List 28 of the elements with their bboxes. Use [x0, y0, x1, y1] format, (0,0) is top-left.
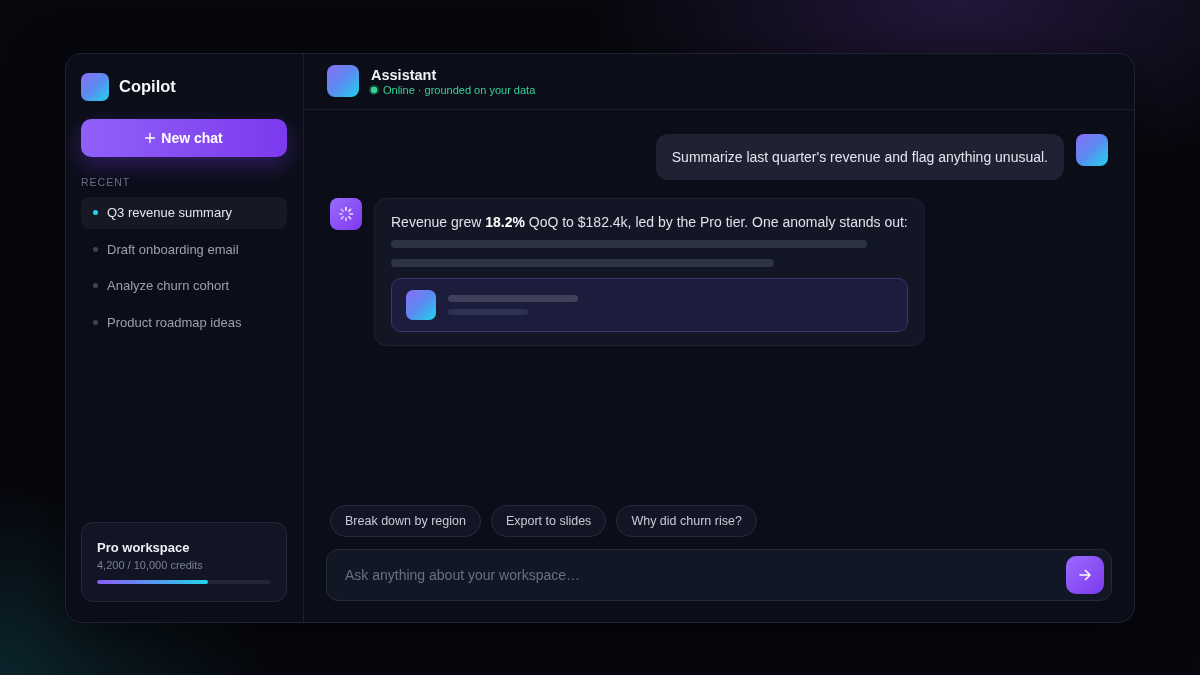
arrow-icon	[1079, 568, 1091, 581]
avatar-icon	[1076, 133, 1108, 166]
chat-history-item[interactable]: Analyze churn cohort	[81, 269, 287, 302]
message-input[interactable]: Ask anything about your workspace…	[326, 548, 1112, 601]
thumbnail-icon	[406, 289, 436, 320]
logo-icon	[81, 72, 109, 101]
send-button[interactable]	[1066, 555, 1104, 594]
suggestion-chip[interactable]: Why did churn rise?	[616, 504, 757, 537]
dot-icon	[93, 319, 98, 325]
plus-icon	[145, 132, 156, 143]
credits-text: 4,200 / 10,000 credits	[97, 558, 204, 571]
dot-icon	[93, 210, 98, 215]
suggestion-chip[interactable]: Break down by region	[330, 504, 481, 537]
chat-history-item[interactable]: Draft onboarding email	[81, 233, 287, 266]
status-text: Online · grounded on your data	[383, 83, 536, 96]
section-label: RECENT	[81, 175, 132, 188]
user-message: Summarize last quarter's revenue and flag anything unusual.	[655, 133, 1064, 180]
suggestion-chip[interactable]: Export to slides	[490, 504, 607, 537]
dot-icon	[93, 283, 98, 289]
header-title: Assistant	[371, 66, 438, 83]
dot-icon	[93, 246, 98, 252]
chat-history-item[interactable]: Q3 revenue summary	[81, 196, 287, 229]
plan-title: Pro workspace	[97, 539, 191, 555]
brand-name: Copilot	[119, 77, 176, 96]
new-chat-button[interactable]: New chat	[81, 118, 287, 157]
message-text: Revenue grew 18.2% QoQ to $182.4k, led by the Pro tier. One anomaly stands out:	[391, 213, 908, 230]
chat-history-item[interactable]: Product roadmap ideas	[81, 306, 287, 339]
avatar-icon	[327, 65, 359, 97]
